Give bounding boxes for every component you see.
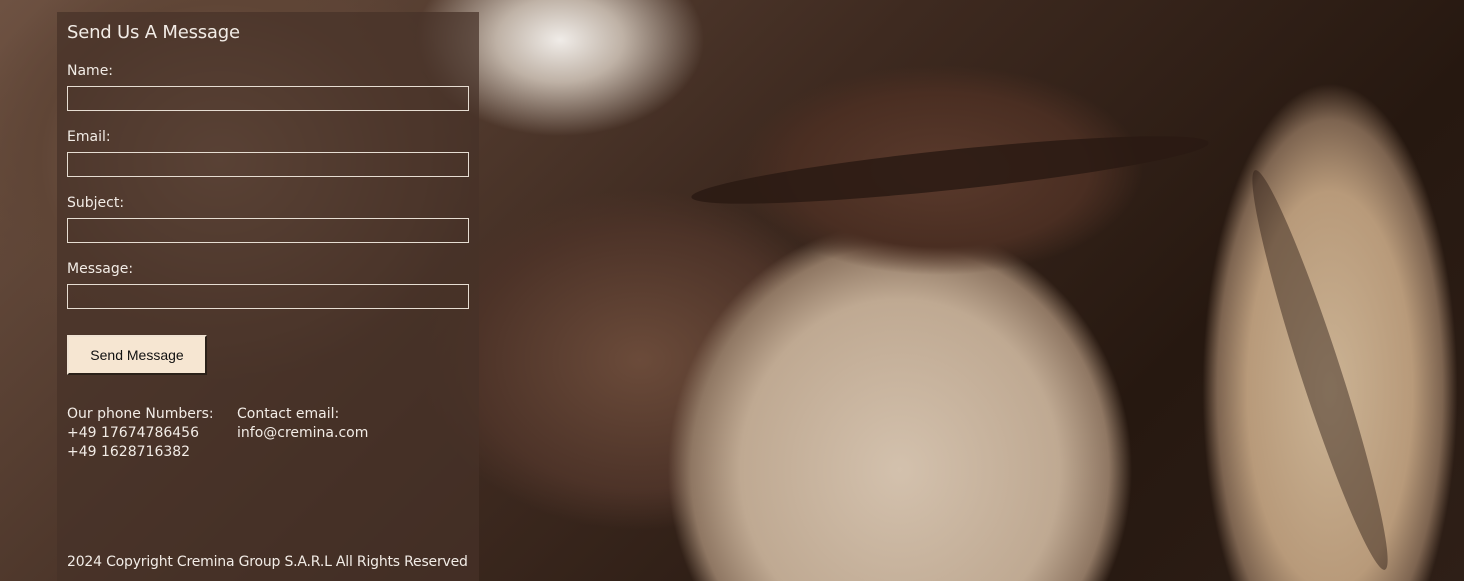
email-label: Email: (67, 129, 111, 145)
email-field-group: Email: (67, 129, 469, 177)
email-input[interactable] (67, 152, 469, 177)
phone-number-2: +49 1628716382 (67, 444, 191, 460)
name-label: Name: (67, 63, 114, 79)
copyright-text: 2024 Copyright Cremina Group S.A.R.L All… (67, 554, 468, 570)
subject-label: Subject: (67, 195, 125, 211)
message-input[interactable] (67, 284, 469, 309)
phone-heading: Our phone Numbers: (67, 406, 214, 422)
subject-field-group: Subject: (67, 195, 469, 243)
message-label: Message: (67, 261, 134, 277)
email-address: info@cremina.com (237, 425, 369, 441)
macaron-filling (1236, 164, 1404, 576)
contact-form-panel: Send Us A Message Name: Email: Subject: … (57, 12, 479, 581)
phone-numbers: Our phone Numbers: +49 17674786456 +49 1… (67, 405, 237, 462)
message-field-group: Message: (67, 261, 469, 309)
form-title: Send Us A Message (67, 22, 240, 43)
contact-info: Our phone Numbers: +49 17674786456 +49 1… (67, 405, 469, 462)
macaron-filling (689, 122, 1211, 218)
subject-input[interactable] (67, 218, 469, 243)
send-message-button[interactable]: Send Message (67, 335, 207, 375)
name-field-group: Name: (67, 63, 469, 111)
name-input[interactable] (67, 86, 469, 111)
email-heading: Contact email: (237, 406, 340, 422)
phone-number-1: +49 17674786456 (67, 425, 199, 441)
contact-email: Contact email: info@cremina.com (237, 405, 368, 462)
